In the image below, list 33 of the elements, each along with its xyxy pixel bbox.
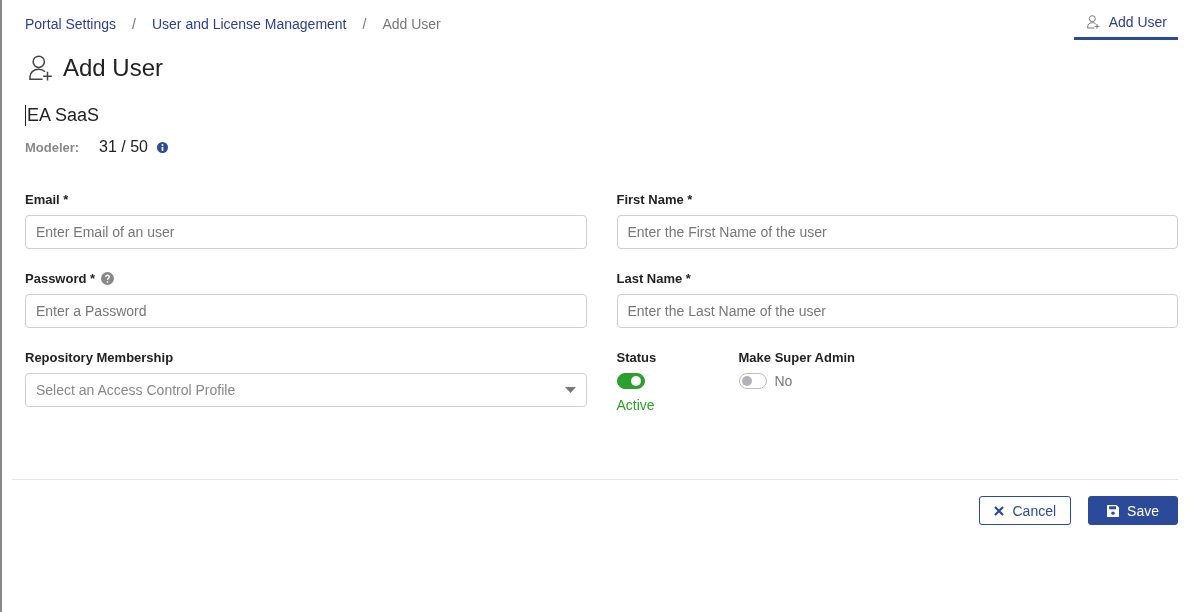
caret-icon <box>564 387 576 393</box>
license-count: 31 / 50 <box>99 138 148 156</box>
breadcrumb-separator: / <box>362 16 367 32</box>
input-field[interactable]: Enter the Last Name of the user <box>616 294 1178 328</box>
save-button[interactable]: Save <box>1088 496 1178 525</box>
input-field[interactable]: Enter Email of an user <box>25 215 587 249</box>
breadcrumb-link[interactable]: Portal Settings <box>25 16 117 32</box>
select-field[interactable]: Select an Access Control Profile <box>25 373 587 407</box>
close-icon <box>994 505 1005 516</box>
toggle-label: Status <box>616 349 657 365</box>
info-icon[interactable] <box>156 141 168 153</box>
cancel-button[interactable]: Cancel <box>979 496 1072 525</box>
license-label: Modeler: <box>25 139 81 155</box>
toggle-caption: No <box>774 373 793 389</box>
toggle-switch[interactable] <box>738 373 767 389</box>
toggle-caption: Active <box>616 397 656 413</box>
toggle-label: Make Super Admin <box>738 349 856 365</box>
help-icon[interactable] <box>101 271 115 285</box>
field-label: Email * <box>25 191 69 207</box>
input-field[interactable]: Enter the First Name of the user <box>616 215 1178 249</box>
field-label: Last Name * <box>616 270 691 286</box>
field-label: Repository Membership <box>25 349 174 365</box>
tab[interactable]: Add User <box>1073 0 1178 40</box>
breadcrumb-current: Add User <box>382 16 441 32</box>
user-plus-icon <box>1084 14 1101 30</box>
toggle-switch[interactable] <box>616 373 645 389</box>
breadcrumb-separator: / <box>132 16 136 32</box>
input-field[interactable]: Enter a Password <box>25 294 587 328</box>
field-label: First Name * <box>616 191 693 207</box>
product-name: EA SaaS <box>25 105 100 126</box>
breadcrumb-link[interactable]: User and License Management <box>151 16 347 32</box>
field-label: Password * <box>25 270 96 286</box>
page-title: Add User <box>63 54 164 82</box>
